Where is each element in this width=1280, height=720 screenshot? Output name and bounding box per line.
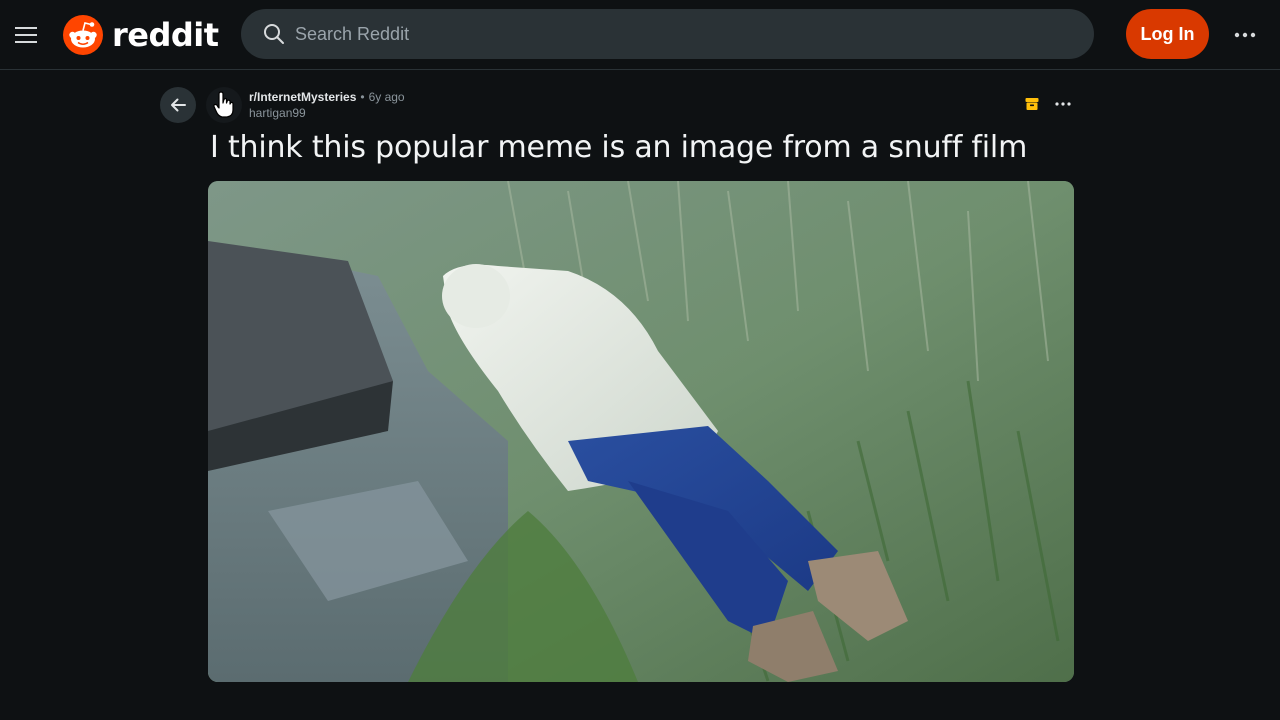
arrow-left-icon [171,98,186,112]
search-bar[interactable] [241,9,1094,59]
search-icon [264,24,284,44]
log-in-button[interactable]: Log In [1126,9,1209,59]
post-meta: r/InternetMysteries • 6y ago hartigan99 [249,89,405,121]
subreddit-avatar[interactable] [206,87,242,123]
archive-box-icon [1025,98,1039,110]
meta-separator: • [360,90,365,104]
post-title[interactable]: I think this popular meme is an image fr… [210,130,1110,165]
author-link[interactable]: hartigan99 [249,105,405,121]
hamburger-menu-icon [15,27,37,43]
search-input[interactable] [295,23,1055,45]
subreddit-link[interactable]: r/InternetMysteries [249,89,356,105]
back-button[interactable] [160,87,196,123]
hamburger-menu-button[interactable] [8,17,44,53]
reddit-snoo-icon [63,15,103,55]
post-more-options-button[interactable] [1050,92,1076,116]
reddit-wordmark: reddit [112,16,219,54]
reddit-home-logo[interactable]: reddit [62,13,219,57]
more-horizontal-icon [1234,32,1256,38]
top-nav-bar: reddit Log In [0,0,1280,70]
post-image[interactable] [208,181,1074,682]
header-more-options-button[interactable] [1226,17,1264,53]
post-photo-illustration [208,181,1074,682]
more-horizontal-icon [1055,102,1071,106]
pointing-hand-cursor-icon [213,91,234,118]
post-age: 6y ago [368,90,405,104]
